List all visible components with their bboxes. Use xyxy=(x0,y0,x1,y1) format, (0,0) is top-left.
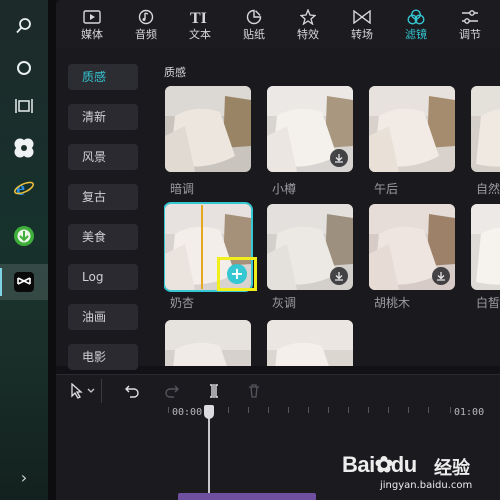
preview-playhead-line xyxy=(201,205,203,289)
filter-preview-image xyxy=(369,86,455,172)
search-icon[interactable] xyxy=(0,8,48,44)
watermark-cn: 经验 xyxy=(434,458,470,479)
filter-name: 灰调 xyxy=(272,296,297,310)
tab-label: 媒体 xyxy=(81,28,103,41)
tab-media[interactable]: 媒体 xyxy=(66,6,118,46)
ie-browser-icon[interactable]: e xyxy=(0,170,48,206)
tab-effects[interactable]: 特效 xyxy=(282,6,334,46)
filter-grid: 质感 暗调 小樽 午后 自然 + 奶杏 灰调 胡桃木 白皙 xyxy=(164,48,500,366)
filter-thumbnail[interactable] xyxy=(165,320,251,366)
ruler-start-time: 00:00 xyxy=(172,407,203,418)
watermark-url: jingyan.baidu.com xyxy=(380,480,473,491)
filter-thumbnail[interactable] xyxy=(165,86,251,172)
timeline-playhead[interactable] xyxy=(208,405,210,500)
category-fresh[interactable]: 清新 xyxy=(68,104,138,130)
effects-icon xyxy=(282,6,334,28)
split-icon[interactable] xyxy=(202,379,226,403)
ruler-end-time: 01:00 xyxy=(454,407,485,418)
category-oil-painting[interactable]: 油画 xyxy=(68,304,138,330)
section-title: 质感 xyxy=(164,66,186,79)
tab-label: 音频 xyxy=(135,28,157,41)
tab-label: 特效 xyxy=(297,28,319,41)
download-app-icon[interactable] xyxy=(0,218,48,254)
filter-thumbnail[interactable] xyxy=(471,86,500,172)
cursor-arrow-icon xyxy=(70,383,94,399)
tab-sticker[interactable]: 贴纸 xyxy=(228,6,280,46)
tab-adjust[interactable]: 调节 xyxy=(444,6,496,46)
filter-panel: 质感 清新 风景 复古 美食 Log 油画 电影 质感 暗调 小樽 午后 自然 … xyxy=(56,48,500,370)
watermark-logo: Bai✿du xyxy=(342,452,417,477)
sticker-icon xyxy=(228,6,280,28)
chevron-right-icon[interactable]: › xyxy=(0,468,48,488)
filter-preview-image xyxy=(471,204,500,290)
filter-thumbnail[interactable] xyxy=(369,204,455,290)
delete-icon[interactable] xyxy=(242,379,266,403)
capcut-app-icon[interactable] xyxy=(0,264,48,300)
audio-icon xyxy=(120,6,172,28)
filter-name: 奶杏 xyxy=(170,296,195,310)
add-filter-button[interactable]: + xyxy=(227,264,247,284)
filter-thumbnail[interactable] xyxy=(267,320,353,366)
tab-filter[interactable]: 滤镜 xyxy=(390,6,442,46)
tab-text[interactable]: TI 文本 xyxy=(174,6,226,46)
filter-name: 暗调 xyxy=(170,182,195,196)
timeline-ruler[interactable]: 00:00 01:00 xyxy=(56,405,500,427)
filter-name: 小樽 xyxy=(272,182,297,196)
filter-name: 白皙 xyxy=(476,296,500,310)
filter-preview-image xyxy=(471,86,500,172)
select-tool-button[interactable] xyxy=(64,379,102,403)
category-landscape[interactable]: 风景 xyxy=(68,144,138,170)
svg-text:TI: TI xyxy=(190,10,207,25)
tab-audio[interactable]: 音频 xyxy=(120,6,172,46)
pinwheel-app-icon[interactable] xyxy=(0,130,48,166)
video-clip[interactable] xyxy=(178,493,316,500)
video-editor-window: 媒体 音频 TI 文本 贴纸 特效 转场 滤镜 调节 质感 清新 风景 复古 美… xyxy=(56,0,500,500)
task-view-icon[interactable] xyxy=(0,88,48,124)
filter-preview-image xyxy=(165,320,251,366)
filter-preview-image xyxy=(165,86,251,172)
download-icon[interactable] xyxy=(330,267,348,285)
category-texture[interactable]: 质感 xyxy=(68,64,138,90)
asset-toolbar: 媒体 音频 TI 文本 贴纸 特效 转场 滤镜 调节 xyxy=(56,0,500,48)
tab-label: 贴纸 xyxy=(243,28,265,41)
paw-icon: ✿ xyxy=(374,452,393,477)
download-icon[interactable] xyxy=(432,267,450,285)
redo-icon[interactable] xyxy=(160,379,184,403)
playhead-handle[interactable] xyxy=(204,405,214,419)
filter-name: 胡桃木 xyxy=(374,296,411,310)
timeline-toolbar xyxy=(56,375,500,405)
filter-name: 自然 xyxy=(476,182,500,196)
filter-icon xyxy=(390,6,442,28)
filter-thumbnail[interactable] xyxy=(267,204,353,290)
tab-label: 滤镜 xyxy=(405,28,427,41)
tab-label: 文本 xyxy=(189,28,211,41)
tab-transition[interactable]: 转场 xyxy=(336,6,388,46)
tab-label: 转场 xyxy=(351,28,373,41)
download-icon[interactable] xyxy=(330,149,348,167)
baidu-jingyan-watermark: Bai✿du 经验 jingyan.baidu.com xyxy=(342,452,492,496)
text-icon: TI xyxy=(174,6,226,28)
undo-icon[interactable] xyxy=(120,379,144,403)
filter-preview-image xyxy=(267,320,353,366)
category-retro[interactable]: 复古 xyxy=(68,184,138,210)
category-log[interactable]: Log xyxy=(68,264,138,290)
filter-thumbnail[interactable] xyxy=(471,204,500,290)
category-food[interactable]: 美食 xyxy=(68,224,138,250)
transition-icon xyxy=(336,6,388,28)
media-icon xyxy=(66,6,118,28)
tab-label: 调节 xyxy=(459,28,481,41)
filter-name: 午后 xyxy=(374,182,399,196)
cortana-circle-icon[interactable] xyxy=(0,50,48,86)
category-film[interactable]: 电影 xyxy=(68,344,138,370)
filter-thumbnail[interactable] xyxy=(369,86,455,172)
filter-thumbnail[interactable] xyxy=(267,86,353,172)
adjust-icon xyxy=(444,6,496,28)
windows-taskbar: e › xyxy=(0,0,48,500)
